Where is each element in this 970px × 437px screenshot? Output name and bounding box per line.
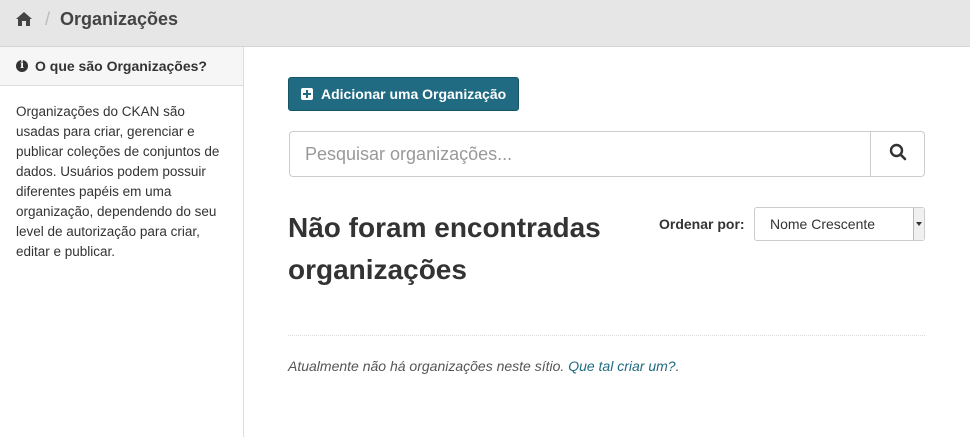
- order-selected-value: Nome Crescente: [770, 216, 876, 232]
- search-input[interactable]: [290, 132, 870, 176]
- breadcrumb-current[interactable]: Organizações: [60, 9, 178, 30]
- results-title: Não foram encontradas organizações: [288, 212, 601, 285]
- empty-message: Atualmente não há organizações neste sít…: [288, 358, 679, 374]
- breadcrumb-separator: /: [45, 8, 51, 29]
- empty-message-suffix: .: [675, 358, 680, 374]
- order-label: Ordenar por:: [659, 216, 745, 232]
- sidebar-header: i O que são Organizações?: [0, 47, 243, 86]
- create-organization-link[interactable]: Que tal criar um?: [568, 358, 675, 374]
- page-wrapper: i O que são Organizações? Organizações d…: [0, 47, 970, 437]
- add-organization-button[interactable]: Adicionar uma Organização: [288, 77, 520, 111]
- chevron-down-icon[interactable]: [913, 208, 924, 240]
- search-button[interactable]: [870, 132, 924, 176]
- search-form: [289, 131, 925, 177]
- main-content: Adicionar uma Organização Não foram enco…: [288, 47, 925, 437]
- sidebar: i O que são Organizações? Organizações d…: [0, 47, 244, 437]
- sidebar-title: O que são Organizações?: [35, 58, 207, 74]
- divider: [288, 335, 925, 336]
- order-select[interactable]: Nome Crescente: [754, 207, 925, 241]
- info-icon: i: [16, 60, 28, 72]
- sidebar-description: Organizações do CKAN são usadas para cri…: [16, 104, 220, 259]
- top-bar: / Organizações: [0, 0, 970, 47]
- search-icon: [889, 143, 907, 166]
- empty-message-text: Atualmente não há organizações neste sít…: [288, 358, 569, 374]
- breadcrumb: / Organizações: [15, 8, 178, 30]
- plus-square-icon: [301, 88, 313, 100]
- add-organization-label: Adicionar uma Organização: [321, 86, 507, 102]
- home-icon[interactable]: [15, 11, 33, 27]
